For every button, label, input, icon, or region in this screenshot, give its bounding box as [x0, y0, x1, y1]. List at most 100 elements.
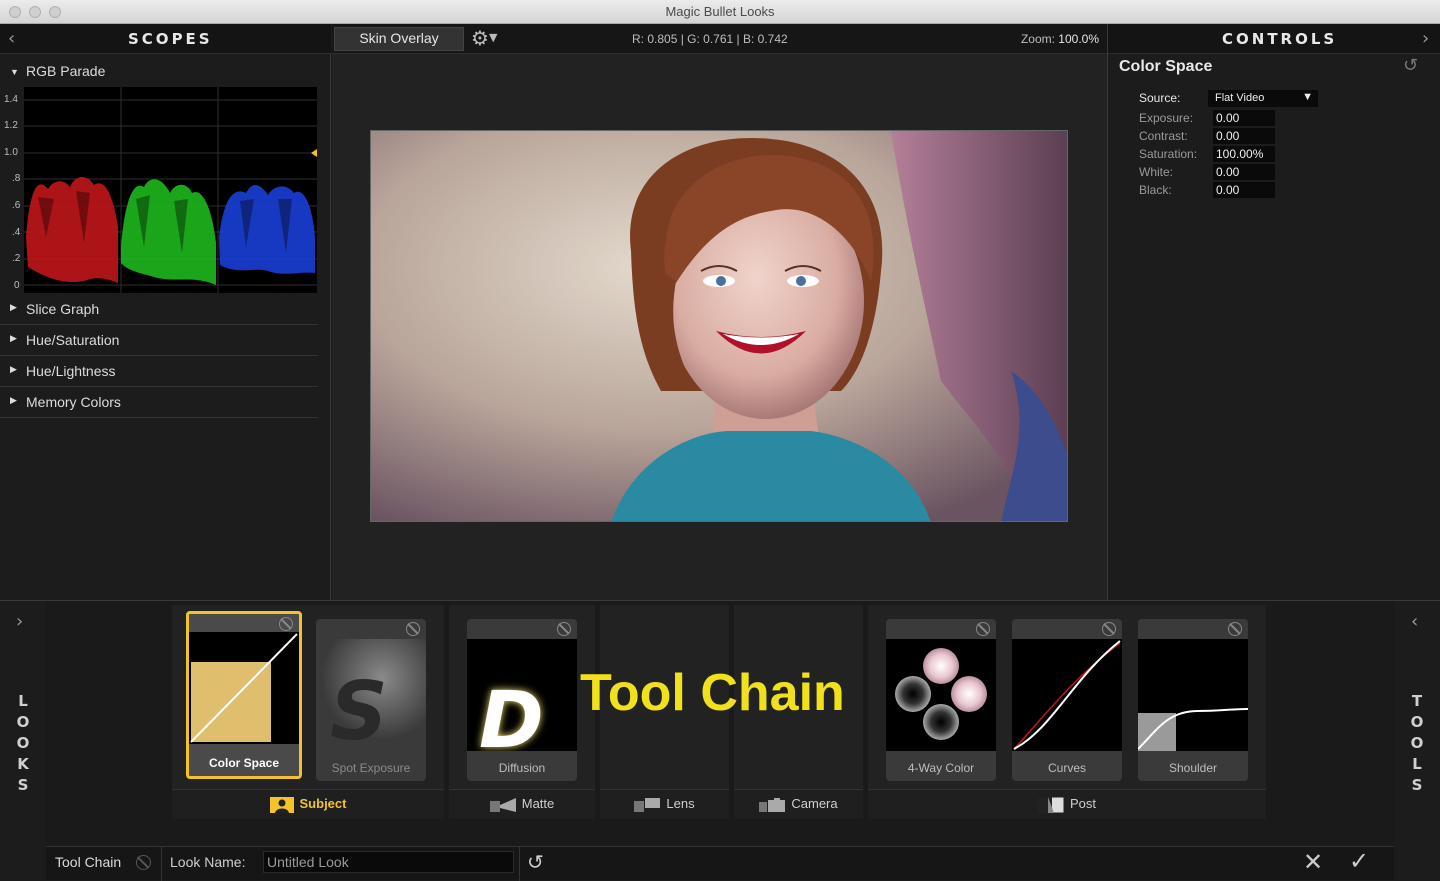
category-matte: D D Diffusion Matte: [449, 605, 595, 819]
tools-vertical-label: T O O L S: [1394, 691, 1440, 796]
zoom-value: 100.0%: [1058, 32, 1099, 46]
tool-curves[interactable]: Curves: [1012, 619, 1122, 781]
svg-text:S: S: [330, 665, 388, 751]
category-matte-tab[interactable]: Matte: [449, 789, 595, 819]
shoulder-label: Shoulder: [1168, 761, 1218, 775]
curves-label: Curves: [1047, 761, 1086, 775]
category-subject: Color Space S Spot Exposure Subject: [172, 605, 444, 819]
exposure-field[interactable]: 0.00: [1213, 110, 1275, 126]
black-label: Black:: [1139, 183, 1172, 197]
zoom-readout: Zoom: 100.0%: [1021, 32, 1099, 46]
tool-chain-area: › L O O K S ‹ T O O L S Color Space S Sp…: [0, 600, 1440, 881]
controls-panel: CONTROLS › Color Space ↺ Source: Flat Vi…: [1107, 24, 1440, 600]
window-title: Magic Bullet Looks: [665, 4, 775, 19]
viewer-panel: Skin Overlay ⚙▼ R: 0.805 | G: 0.761 | B:…: [332, 24, 1107, 600]
spot-exposure-thumbnail-art: S: [316, 639, 426, 758]
4-way-color-label: 4-Way Color: [907, 761, 975, 775]
rgb-parade-toggle[interactable]: ▼ RGB Parade: [0, 56, 318, 87]
chevron-right-icon[interactable]: ›: [1422, 30, 1429, 48]
checkmark-icon[interactable]: ✓: [1349, 847, 1369, 875]
tools-letter: S: [1411, 776, 1423, 794]
tools-letter: O: [1410, 734, 1424, 752]
tool-color-space[interactable]: Color Space: [186, 611, 302, 779]
hue-saturation-toggle[interactable]: ▶ Hue/Saturation: [0, 325, 318, 356]
category-post-tab[interactable]: Post: [868, 789, 1266, 819]
category-post: 4-Way Color Curves Shoulder Post: [868, 605, 1266, 819]
memory-colors-label: Memory Colors: [26, 394, 121, 410]
disable-icon[interactable]: [976, 622, 990, 636]
contrast-label: Contrast:: [1139, 129, 1188, 143]
parade-tick-label: 1.2: [4, 120, 18, 131]
gear-icon[interactable]: ⚙▼: [471, 26, 497, 50]
tool-shoulder[interactable]: Shoulder: [1138, 619, 1248, 781]
diffusion-thumbnail-art: D D: [467, 639, 577, 766]
rgb-parade-label: RGB Parade: [26, 63, 106, 79]
looks-letter: L: [18, 692, 28, 710]
chevron-left-icon[interactable]: ‹: [8, 30, 15, 48]
parade-tick-label: 1.0: [4, 147, 18, 158]
memory-colors-toggle[interactable]: ▶ Memory Colors: [0, 387, 318, 418]
skin-overlay-button[interactable]: Skin Overlay: [334, 27, 464, 51]
looks-letter: O: [16, 734, 30, 752]
preview-image-art: [371, 131, 1067, 521]
white-field[interactable]: 0.00: [1213, 164, 1275, 180]
triangle-right-icon: ▶: [10, 364, 17, 374]
shoulder-thumbnail-art: [1138, 639, 1248, 751]
hue-lightness-toggle[interactable]: ▶ Hue/Lightness: [0, 356, 318, 387]
parade-tick-label: .2: [12, 253, 21, 264]
shoulder-thumbnail: [1138, 639, 1248, 751]
saturation-field[interactable]: 100.00%: [1213, 146, 1275, 162]
tool-diffusion[interactable]: D D Diffusion: [467, 619, 577, 781]
category-subject-tab[interactable]: Subject: [172, 789, 444, 819]
tool-chain-overlay-text: Tool Chain: [580, 664, 845, 722]
contrast-field[interactable]: 0.00: [1213, 128, 1275, 144]
category-camera-tab[interactable]: Camera: [734, 789, 863, 819]
lens-icon: [634, 797, 661, 812]
post-label: Post: [1069, 796, 1096, 811]
disable-icon[interactable]: [406, 622, 420, 636]
tool-spot-exposure[interactable]: S Spot Exposure: [316, 619, 426, 781]
black-field[interactable]: 0.00: [1213, 182, 1275, 198]
divider: [519, 847, 520, 881]
svg-text:D: D: [479, 676, 544, 751]
post-icon: [1037, 796, 1064, 813]
reset-icon[interactable]: ↺: [1403, 55, 1418, 76]
tools-letter: O: [1410, 713, 1424, 731]
curves-thumbnail: [1012, 639, 1122, 751]
disable-icon[interactable]: [557, 622, 571, 636]
chevron-right-icon[interactable]: ›: [16, 613, 23, 631]
disable-icon[interactable]: [1102, 622, 1116, 636]
diffusion-thumbnail: D D: [467, 639, 577, 766]
color-space-thumbnail: [189, 632, 299, 744]
disable-all-icon[interactable]: [136, 855, 151, 870]
scopes-header: ‹ SCOPES: [0, 24, 331, 54]
looks-drawer[interactable]: › L O O K S: [0, 601, 46, 880]
tool-chain-label: Tool Chain: [55, 854, 122, 870]
slice-graph-toggle[interactable]: ▶ Slice Graph: [0, 294, 318, 325]
tools-drawer[interactable]: ‹ T O O L S: [1394, 601, 1440, 880]
color-space-thumbnail-art: [189, 632, 299, 744]
preview-image: [370, 130, 1068, 522]
hue-lightness-label: Hue/Lightness: [26, 363, 116, 379]
source-dropdown[interactable]: Flat Video ▼: [1208, 90, 1318, 107]
matte-icon: [489, 797, 516, 812]
chevron-left-icon[interactable]: ‹: [1411, 613, 1418, 631]
close-icon[interactable]: ✕: [1303, 848, 1323, 876]
spot-exposure-thumbnail: S: [316, 639, 426, 758]
window-titlebar: Magic Bullet Looks: [0, 0, 1440, 24]
disable-icon[interactable]: [279, 617, 293, 631]
slice-graph-label: Slice Graph: [26, 301, 100, 317]
source-label: Source:: [1139, 91, 1181, 105]
rgb-parade-scope: [24, 87, 317, 293]
4-way-color-thumbnail-art: [886, 639, 996, 751]
look-name-input[interactable]: [263, 851, 514, 873]
category-lens-tab[interactable]: Lens: [600, 789, 729, 819]
tool-4-way-color[interactable]: 4-Way Color: [886, 619, 996, 781]
viewer-toolbar: Skin Overlay ⚙▼ R: 0.805 | G: 0.761 | B:…: [332, 24, 1107, 54]
triangle-right-icon: ▶: [10, 333, 17, 343]
curves-thumbnail-art: [1012, 639, 1122, 751]
subject-label: Subject: [299, 796, 347, 811]
disable-icon[interactable]: [1228, 622, 1242, 636]
reset-icon[interactable]: ↺: [527, 850, 544, 874]
parade-tick-label: 0: [14, 280, 20, 291]
